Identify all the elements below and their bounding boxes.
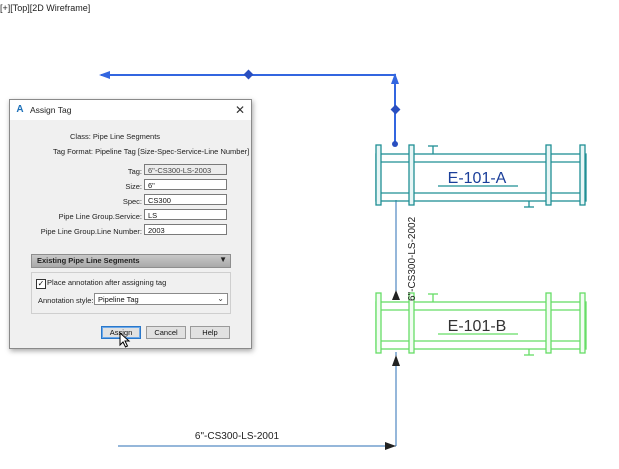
service-field[interactable]: LS (144, 209, 227, 220)
existing-segments-section[interactable]: Existing Pipe Line Segments ▼ (31, 254, 231, 268)
cancel-button[interactable]: Cancel (146, 326, 186, 339)
pipe-grip[interactable] (392, 141, 398, 147)
annotation-style-select[interactable]: Pipeline Tag ⌄ (94, 293, 228, 305)
pipe-grip[interactable] (243, 69, 254, 80)
line-number-label: Pipe Line Group.Line Number: (40, 227, 142, 236)
flow-arrow (385, 442, 396, 450)
size-field[interactable]: 6" (144, 179, 227, 190)
tag-field: 6"-CS300-LS-2003 (144, 164, 227, 175)
mouse-cursor-icon (119, 332, 131, 348)
flow-arrow (392, 355, 400, 366)
close-icon[interactable]: ✕ (232, 102, 248, 118)
flow-arrow (392, 290, 400, 300)
help-button[interactable]: Help (190, 326, 230, 339)
pipe-label-vertical: 6"-CS300-LS-2002 (407, 216, 418, 301)
chevron-down-icon[interactable]: ⌄ (217, 294, 224, 303)
equipment-tag-e-101-a: E-101-A (448, 170, 507, 187)
tag-format-text: Tag Format: Pipeline Tag [Size-Spec-Serv… (53, 147, 250, 156)
service-label: Pipe Line Group.Service: (58, 212, 142, 221)
pipe-end-arrow-grip[interactable] (99, 71, 110, 79)
spec-field[interactable]: CS300 (144, 194, 227, 205)
line-number-field[interactable]: 2003 (144, 224, 227, 235)
size-label: Size: (125, 182, 142, 191)
pipe-grip[interactable] (390, 104, 401, 115)
assign-tag-dialog: A Assign Tag ✕ Class: Pipe Line Segments… (9, 99, 252, 349)
autocad-app-icon: A (16, 104, 24, 115)
chevron-down-icon[interactable]: ▼ (219, 255, 227, 264)
pipe-label-horizontal: 6"-CS300-LS-2001 (195, 431, 280, 442)
place-annotation-checkbox[interactable]: ✓ (36, 279, 46, 289)
equipment-tag-e-101-b: E-101-B (448, 318, 507, 335)
annotation-style-value: Pipeline Tag (98, 295, 139, 304)
annotation-group: ✓ Place annotation after assigning tag A… (31, 272, 231, 314)
dialog-titlebar[interactable]: A Assign Tag ✕ (10, 100, 251, 120)
section-title: Existing Pipe Line Segments (37, 256, 140, 265)
annotation-style-label: Annotation style: (38, 296, 94, 305)
place-annotation-label[interactable]: Place annotation after assigning tag (47, 278, 166, 287)
dialog-title: Assign Tag (30, 105, 72, 115)
spec-label: Spec: (122, 197, 142, 206)
tag-label: Tag: (127, 167, 142, 176)
class-text: Class: Pipe Line Segments (70, 132, 161, 141)
